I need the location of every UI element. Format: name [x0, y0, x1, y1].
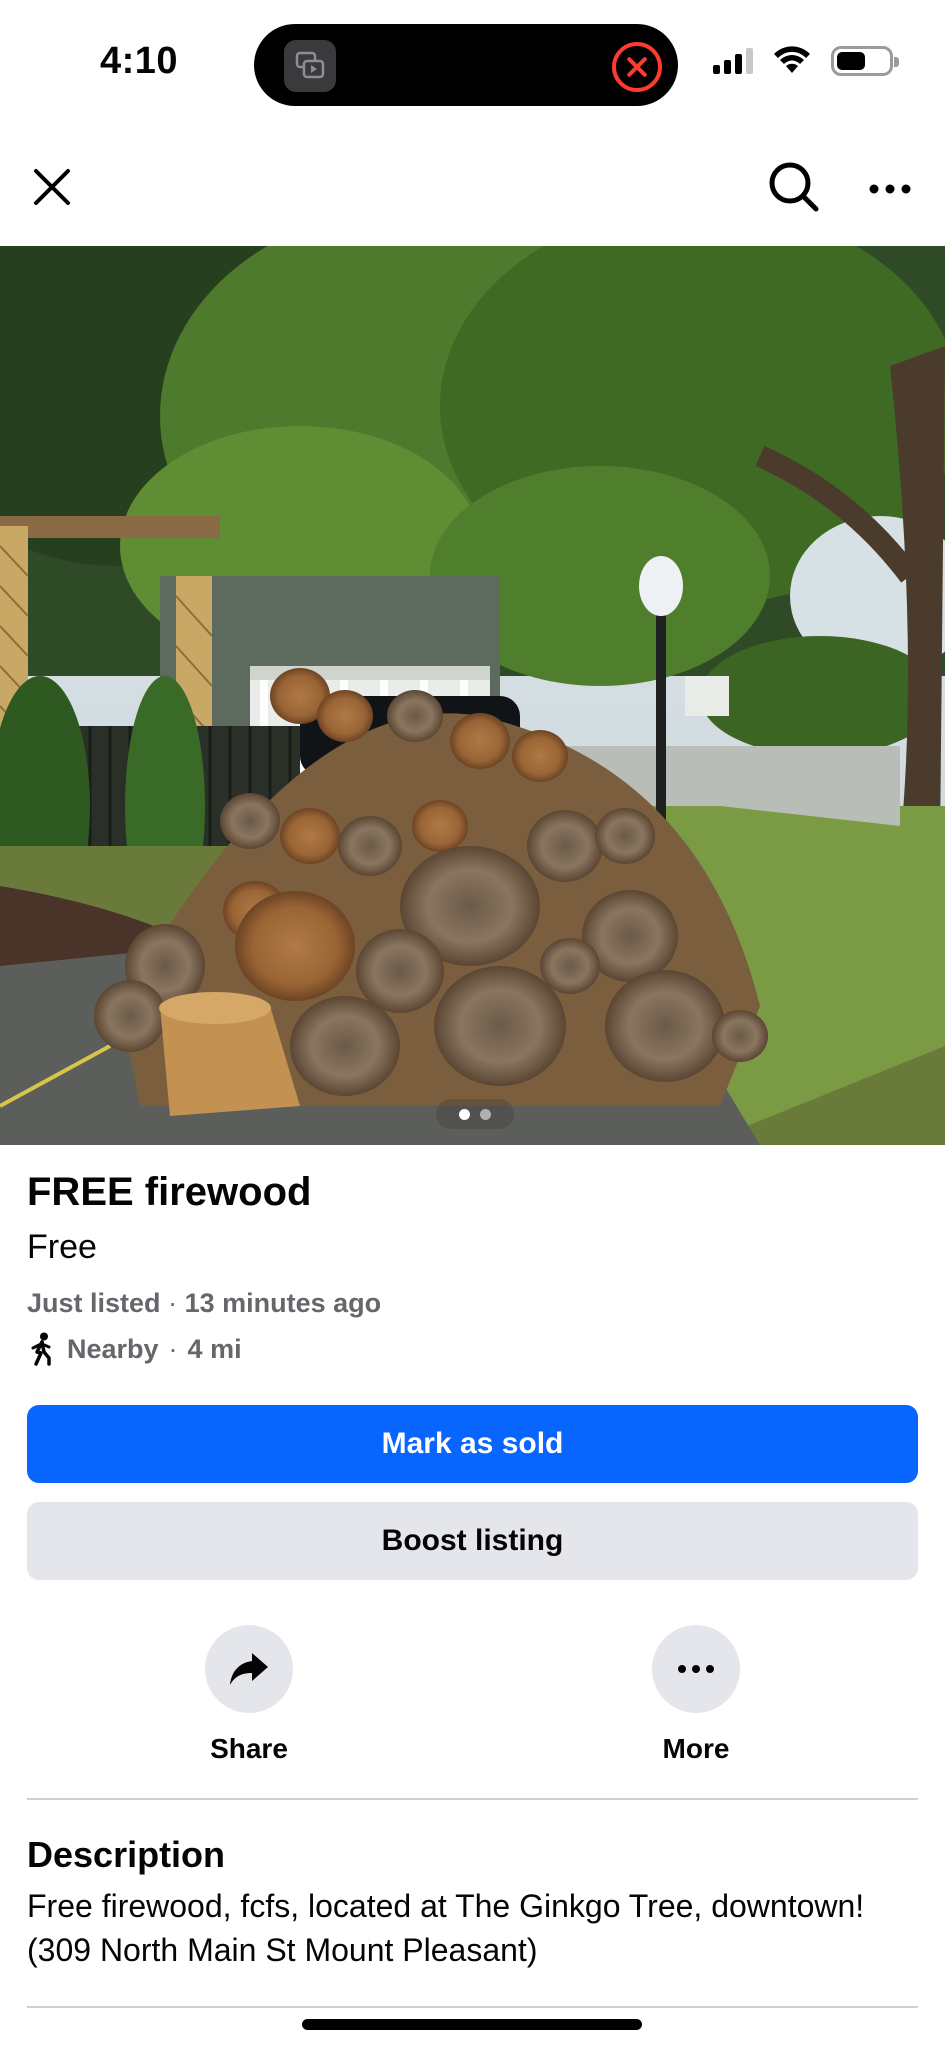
screen-recording-icon — [284, 40, 336, 92]
more-button[interactable]: More — [616, 1625, 776, 1765]
more-label: More — [662, 1733, 730, 1764]
listing-distance: Nearby · 4 mi — [27, 1332, 242, 1366]
mark-as-sold-button[interactable]: Mark as sold — [27, 1405, 918, 1483]
section-divider — [27, 1798, 918, 1800]
description-text: Free firewood, fcfs, located at The Gink… — [27, 1888, 865, 1968]
section-divider — [27, 2006, 918, 2008]
status-bar: 4:10 — [0, 0, 945, 125]
more-horizontal-icon[interactable] — [866, 165, 914, 213]
nearby-label: Nearby — [67, 1333, 159, 1364]
close-icon[interactable] — [28, 163, 76, 211]
description-heading: Description — [27, 1834, 226, 1875]
status-icons — [713, 46, 899, 76]
stop-recording-icon[interactable] — [612, 42, 662, 92]
dynamic-island[interactable] — [254, 24, 678, 106]
share-icon-circle[interactable] — [205, 1625, 293, 1713]
walking-person-icon — [31, 1332, 51, 1366]
share-icon — [230, 1653, 268, 1685]
share-label: Share — [210, 1733, 288, 1764]
boost-listing-button[interactable]: Boost listing — [27, 1502, 918, 1580]
listed-time: 13 minutes ago — [184, 1288, 382, 1318]
battery-fill — [837, 52, 865, 70]
more-icon-circle[interactable] — [652, 1625, 740, 1713]
more-horizontal-icon — [678, 1665, 714, 1673]
image-dot[interactable] — [480, 1108, 491, 1120]
listing-price: Free — [27, 1228, 97, 1266]
image-dot[interactable] — [459, 1108, 470, 1120]
listed-status: Just listed — [27, 1288, 161, 1318]
listing-title: FREE firewood — [27, 1170, 312, 1214]
firewood-photo — [0, 246, 945, 1145]
meta-separator: · — [168, 1288, 178, 1318]
cellular-signal-icon — [713, 48, 753, 74]
search-icon[interactable] — [766, 159, 822, 215]
status-time: 4:10 — [100, 40, 179, 82]
battery-icon — [831, 46, 899, 76]
listing-meta: Just listed · 13 minutes ago — [27, 1288, 381, 1319]
wifi-icon — [774, 46, 810, 73]
distance-value: 4 mi — [187, 1333, 242, 1364]
meta-separator: · — [168, 1333, 178, 1364]
listing-page: 4:10 FREE firewood Free Just listed · 13… — [0, 0, 945, 2048]
top-nav-bar — [0, 125, 945, 245]
share-button[interactable]: Share — [169, 1625, 329, 1765]
home-indicator[interactable] — [302, 2019, 642, 2030]
listing-photo[interactable] — [0, 246, 945, 1145]
image-pagination-dots[interactable] — [436, 1099, 514, 1129]
